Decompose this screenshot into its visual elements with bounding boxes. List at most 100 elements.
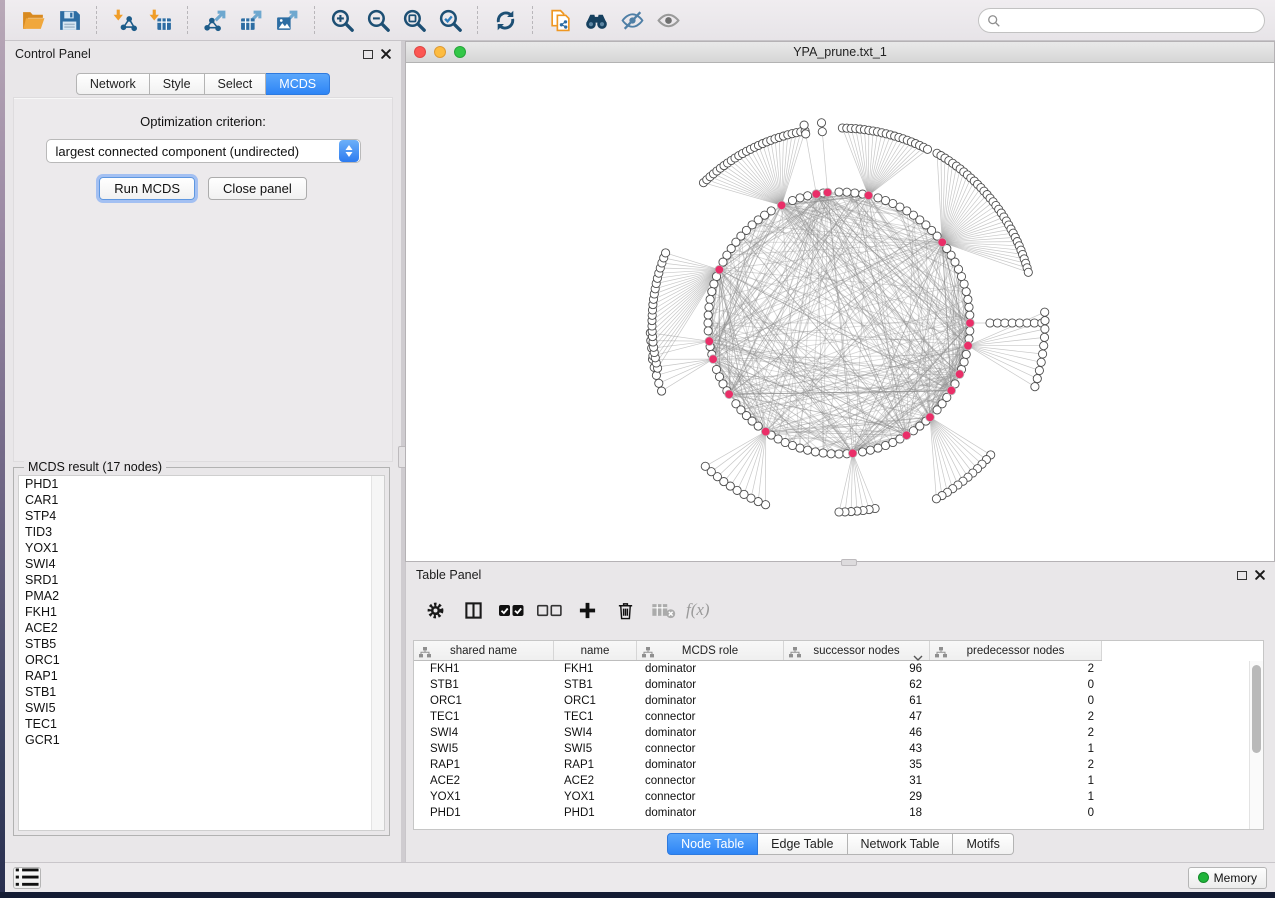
table-row[interactable]: ORC1ORC1dominator610 — [414, 693, 1263, 709]
cell-shared-name: PHD1 — [414, 807, 554, 819]
mcds-result-list[interactable]: PHD1CAR1STP4TID3YOX1SWI4SRD1PMA2FKH1ACE2… — [18, 475, 385, 831]
cell-successor-nodes: 46 — [784, 727, 930, 739]
result-list-item[interactable]: SWI5 — [19, 700, 384, 716]
criterion-select[interactable]: largest connected component (undirected) — [46, 139, 361, 163]
result-list-item[interactable]: FKH1 — [19, 604, 384, 620]
sort-indicator-icon[interactable] — [913, 648, 923, 666]
column-label: name — [581, 645, 610, 657]
run-mcds-button[interactable]: Run MCDS — [99, 177, 195, 200]
delete-column-icon[interactable] — [644, 595, 682, 625]
result-list-item[interactable]: ACE2 — [19, 620, 384, 636]
tab-node-table[interactable]: Node Table — [667, 833, 758, 855]
network-view-window: YPA_prune.txt_1 — [405, 41, 1275, 562]
table-row[interactable]: SWI4SWI4dominator462 — [414, 725, 1263, 741]
result-list-item[interactable]: YOX1 — [19, 540, 384, 556]
result-list-item[interactable]: PMA2 — [19, 588, 384, 604]
save-session-icon[interactable] — [51, 4, 87, 36]
table-scrollbar-thumb[interactable] — [1252, 665, 1261, 753]
result-list-item[interactable]: RAP1 — [19, 668, 384, 684]
cell-name: STB1 — [554, 679, 637, 691]
clear-checks-icon[interactable] — [530, 595, 568, 625]
float-panel-icon[interactable] — [363, 50, 373, 59]
table-body: FKH1FKH1dominator962STB1STB1dominator620… — [414, 661, 1263, 821]
cell-name: FKH1 — [554, 663, 637, 675]
table-row[interactable]: YOX1YOX1connector291 — [414, 789, 1263, 805]
float-table-panel-icon[interactable] — [1237, 571, 1247, 580]
result-list-item[interactable]: STB1 — [19, 684, 384, 700]
cell-shared-name: ACE2 — [414, 775, 554, 787]
result-list-item[interactable]: STP4 — [19, 508, 384, 524]
search-input[interactable] — [1001, 11, 1264, 31]
columns-icon[interactable] — [454, 595, 492, 625]
cell-mcds-role: dominator — [637, 759, 784, 771]
tab-mcds[interactable]: MCDS — [266, 73, 330, 95]
tab-style[interactable]: Style — [150, 73, 205, 95]
export-image-icon[interactable] — [269, 4, 305, 36]
result-list-scrollbar[interactable] — [371, 476, 384, 830]
zoom-out-icon[interactable] — [360, 4, 396, 36]
table-column-icon — [642, 645, 654, 663]
find-icon[interactable] — [578, 4, 614, 36]
select-all-checks-icon[interactable] — [492, 595, 530, 625]
table-row[interactable]: RAP1RAP1dominator352 — [414, 757, 1263, 773]
import-network-icon[interactable] — [106, 4, 142, 36]
hide-unhide-icon[interactable] — [614, 4, 650, 36]
delete-row-icon[interactable] — [606, 595, 644, 625]
table-row[interactable]: ACE2ACE2connector311 — [414, 773, 1263, 789]
tab-select[interactable]: Select — [205, 73, 267, 95]
table-row[interactable]: STB1STB1dominator620 — [414, 677, 1263, 693]
column-header-mcds-role[interactable]: MCDS role — [637, 641, 784, 660]
zoom-in-icon[interactable] — [324, 4, 360, 36]
table-scrollbar[interactable] — [1249, 661, 1263, 829]
column-header-shared-name[interactable]: shared name — [414, 641, 554, 660]
network-graph[interactable] — [406, 63, 1274, 563]
show-hidden-icon[interactable] — [650, 4, 686, 36]
result-list-item[interactable]: SWI4 — [19, 556, 384, 572]
gear-icon[interactable] — [416, 595, 454, 625]
network-canvas[interactable] — [406, 63, 1274, 561]
tab-network[interactable]: Network — [76, 73, 150, 95]
cell-shared-name: STB1 — [414, 679, 554, 691]
export-table-icon[interactable] — [233, 4, 269, 36]
export-network-icon[interactable] — [197, 4, 233, 36]
result-list-item[interactable]: TEC1 — [19, 716, 384, 732]
open-file-icon[interactable] — [15, 4, 51, 36]
function-builder-icon[interactable]: f(x) — [682, 600, 710, 620]
column-header-predecessor-nodes[interactable]: predecessor nodes — [930, 641, 1102, 660]
tab-motifs[interactable]: Motifs — [953, 833, 1013, 855]
result-list-item[interactable]: PHD1 — [19, 476, 384, 492]
table-row[interactable]: TEC1TEC1connector472 — [414, 709, 1263, 725]
import-table-icon[interactable] — [142, 4, 178, 36]
result-list-item[interactable]: SRD1 — [19, 572, 384, 588]
clone-network-icon[interactable] — [542, 4, 578, 36]
refresh-view-icon[interactable] — [487, 4, 523, 36]
column-header-successor-nodes[interactable]: successor nodes — [784, 641, 930, 660]
tab-edge-table[interactable]: Edge Table — [758, 833, 847, 855]
table-row[interactable]: FKH1FKH1dominator962 — [414, 661, 1263, 677]
cell-name: TEC1 — [554, 711, 637, 723]
memory-button[interactable]: Memory — [1188, 867, 1267, 889]
add-row-icon[interactable] — [568, 595, 606, 625]
cell-shared-name: YOX1 — [414, 791, 554, 803]
close-panel-button[interactable]: Close panel — [208, 177, 307, 200]
table-row[interactable]: SWI5SWI5connector431 — [414, 741, 1263, 757]
column-header-name[interactable]: name — [554, 641, 637, 660]
table-row[interactable]: PHD1PHD1dominator180 — [414, 805, 1263, 821]
tab-network-table[interactable]: Network Table — [848, 833, 954, 855]
horizontal-splitter-handle[interactable] — [841, 559, 857, 566]
task-history-button[interactable] — [13, 867, 41, 889]
cell-shared-name: ORC1 — [414, 695, 554, 707]
result-list-item[interactable]: CAR1 — [19, 492, 384, 508]
result-list-item[interactable]: STB5 — [19, 636, 384, 652]
close-panel-icon[interactable] — [381, 49, 391, 59]
cell-shared-name: RAP1 — [414, 759, 554, 771]
result-list-item[interactable]: TID3 — [19, 524, 384, 540]
cell-predecessor-nodes: 2 — [930, 727, 1102, 739]
result-list-item[interactable]: GCR1 — [19, 732, 384, 748]
result-list-item[interactable]: ORC1 — [19, 652, 384, 668]
zoom-fit-icon[interactable] — [396, 4, 432, 36]
table-column-icon — [419, 645, 431, 663]
cell-predecessor-nodes: 0 — [930, 679, 1102, 691]
zoom-selected-icon[interactable] — [432, 4, 468, 36]
close-table-panel-icon[interactable] — [1255, 570, 1265, 580]
